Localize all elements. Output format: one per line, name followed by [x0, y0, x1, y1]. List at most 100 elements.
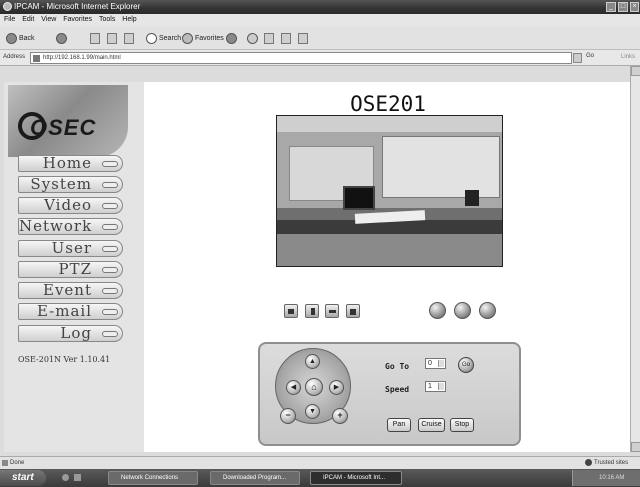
address-dropdown[interactable]	[573, 53, 582, 63]
nav-email[interactable]: E-mail	[18, 303, 123, 320]
quick-launch-desktop-icon[interactable]	[74, 474, 81, 481]
menu-favorites[interactable]: Favorites	[63, 16, 92, 23]
firmware-version: OSE-201N Ver 1.10.41	[18, 355, 111, 364]
camera-video-feed	[276, 115, 503, 267]
forward-arrow-icon	[56, 32, 67, 44]
menu-edit[interactable]: Edit	[22, 16, 34, 23]
status-light-1[interactable]	[429, 302, 446, 319]
task-network-connections[interactable]: Network Connections	[108, 471, 198, 485]
back-button[interactable]: Back	[6, 32, 35, 44]
nav-system[interactable]: System	[18, 176, 123, 193]
internet-explorer-icon	[3, 2, 12, 11]
trusted-sites-icon	[585, 459, 592, 466]
goto-preset-select[interactable]: 0	[425, 358, 446, 369]
nav-user[interactable]: User	[18, 240, 123, 257]
history-button[interactable]	[226, 32, 237, 44]
title-bar: IPCAM - Microsoft Internet Explorer _ □ …	[0, 0, 640, 14]
edit-button[interactable]	[281, 32, 291, 44]
status-light-2[interactable]	[454, 302, 471, 319]
nav-network-label: Network	[19, 217, 93, 235]
refresh-button[interactable]	[107, 32, 117, 44]
home-page-icon	[124, 32, 134, 44]
video-ceiling	[277, 116, 502, 132]
pan-right-icon[interactable]: ▶	[329, 380, 344, 395]
camera-icon	[288, 309, 294, 314]
device-title: OSE201	[350, 92, 426, 116]
window-title: IPCAM - Microsoft Internet Explorer	[14, 2, 141, 11]
chevron-down-icon	[438, 383, 444, 390]
nav-chip-icon	[102, 267, 118, 273]
goto-go-button[interactable]: Go	[458, 357, 474, 373]
nav-home[interactable]: Home	[18, 155, 123, 172]
pan-down-icon[interactable]: ▼	[305, 404, 320, 419]
nav-chip-icon	[102, 246, 118, 252]
go-button[interactable]: Go	[586, 53, 594, 59]
record-button[interactable]	[346, 304, 360, 318]
menu-tools[interactable]: Tools	[99, 16, 115, 23]
speed-select[interactable]: 1	[425, 381, 446, 392]
address-input[interactable]: http://192.168.1.99/main.html	[30, 52, 572, 64]
nav-email-label: E-mail	[36, 302, 92, 320]
pan-up-icon[interactable]: ▲	[305, 354, 320, 369]
scroll-up-icon[interactable]	[631, 66, 640, 76]
speaker-icon	[329, 310, 336, 313]
print-icon	[264, 32, 274, 44]
cruise-button[interactable]: Cruise	[418, 418, 445, 432]
nav-video-label: Video	[44, 196, 92, 214]
refresh-icon	[107, 32, 117, 44]
search-icon	[146, 32, 157, 44]
nav-home-label: Home	[42, 154, 92, 172]
pan-button[interactable]: Pan	[387, 418, 411, 432]
start-button[interactable]: start	[0, 470, 46, 486]
nav-event[interactable]: Event	[18, 282, 123, 299]
nav-ptz[interactable]: PTZ	[18, 261, 123, 278]
snapshot-button[interactable]	[284, 304, 298, 318]
status-text: Done	[10, 460, 25, 466]
goto-value: 0	[428, 360, 432, 367]
microphone-button[interactable]	[305, 304, 319, 318]
nav-chip-icon	[102, 182, 118, 188]
nav-system-label: System	[30, 175, 92, 193]
task-ipcam[interactable]: IPCAM - Microsoft Int...	[310, 471, 402, 485]
minimize-button[interactable]: _	[606, 2, 616, 12]
favorites-button[interactable]: Favorites	[182, 32, 224, 44]
back-arrow-icon	[6, 32, 17, 44]
speed-value: 1	[428, 383, 432, 390]
zoom-out-icon[interactable]: −	[280, 408, 296, 424]
zoom-in-icon[interactable]: +	[332, 408, 348, 424]
nav-log-label: Log	[60, 324, 92, 342]
links-button[interactable]: Links	[621, 54, 635, 60]
stop-page-button[interactable]	[90, 32, 100, 44]
print-button[interactable]	[264, 32, 274, 44]
nav-log[interactable]: Log	[18, 325, 123, 342]
nav-video[interactable]: Video	[18, 197, 123, 214]
address-bar: Address http://192.168.1.99/main.html Go…	[0, 50, 640, 66]
scroll-down-icon[interactable]	[631, 442, 640, 452]
menu-file[interactable]: File	[4, 16, 15, 23]
pan-left-icon[interactable]: ◀	[286, 380, 301, 395]
address-label: Address	[3, 54, 26, 60]
menu-view[interactable]: View	[41, 16, 56, 23]
speaker-button[interactable]	[325, 304, 339, 318]
search-label: Search	[159, 34, 182, 42]
edit-icon	[281, 32, 291, 44]
search-button[interactable]: Search	[146, 32, 181, 44]
record-icon	[350, 309, 356, 315]
task-downloaded-program[interactable]: Downloaded Program...	[210, 471, 300, 485]
forward-button[interactable]	[56, 32, 67, 44]
mail-button[interactable]	[247, 32, 258, 44]
history-icon	[226, 32, 237, 44]
quick-launch-ie-icon[interactable]	[62, 474, 69, 481]
goto-label: Go To	[385, 362, 410, 371]
home-icon[interactable]: ⌂	[305, 378, 323, 396]
close-button[interactable]: ×	[630, 2, 639, 12]
maximize-button[interactable]: □	[618, 2, 628, 12]
microphone-icon	[311, 308, 315, 315]
status-light-3[interactable]	[479, 302, 496, 319]
nav-network[interactable]: Network	[18, 218, 123, 235]
stop-button[interactable]: Stop	[450, 418, 474, 432]
home-page-button[interactable]	[124, 32, 134, 44]
vertical-scrollbar[interactable]	[630, 66, 640, 452]
discuss-button[interactable]	[298, 32, 308, 44]
menu-help[interactable]: Help	[122, 16, 136, 23]
